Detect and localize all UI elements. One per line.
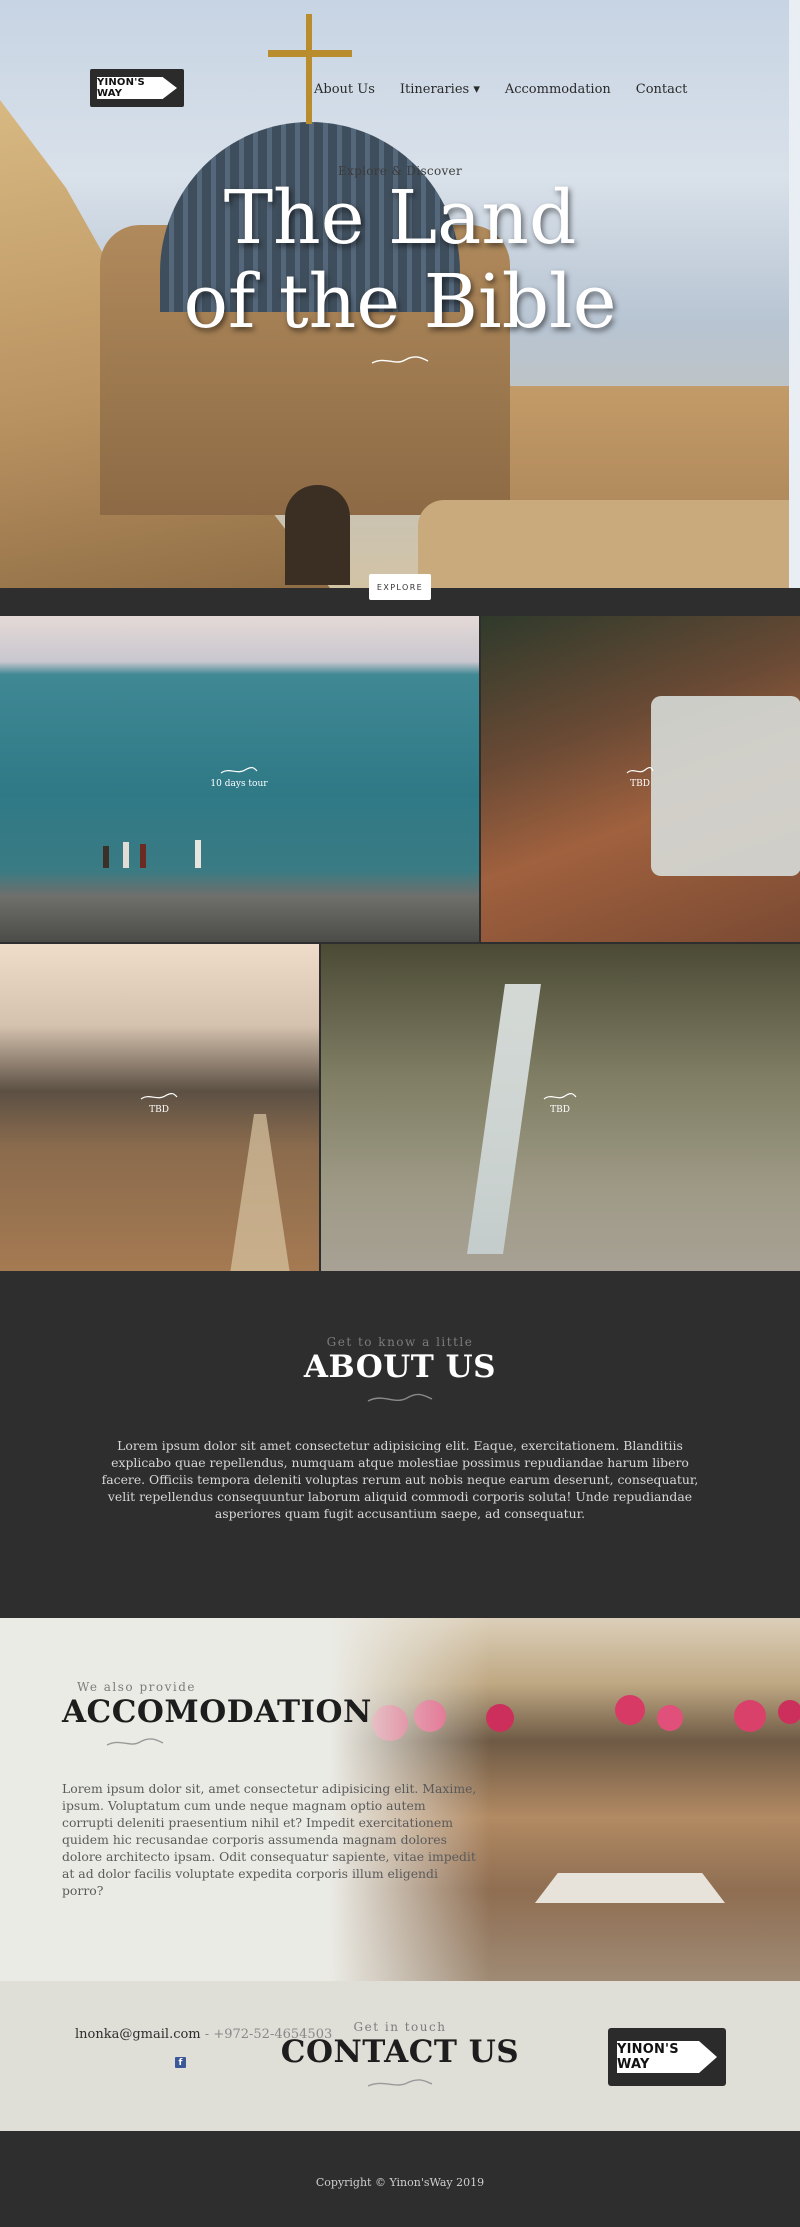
gallery-tile-label: TBD	[615, 766, 665, 789]
hikers-figures	[103, 840, 201, 868]
logo-text: YINON'S WAY	[97, 77, 145, 99]
nav-item-about[interactable]: About Us	[314, 82, 375, 97]
accommodation-text: Lorem ipsum dolor sit, amet consectetur …	[62, 1781, 477, 1899]
table-shape	[535, 1873, 725, 1903]
tile-flourish-icon	[543, 1092, 577, 1100]
tile-flourish-icon	[220, 766, 258, 774]
logo-text: YINON'S WAY	[617, 2042, 679, 2072]
tile-label-text: TBD	[550, 1105, 570, 1115]
hero-section: YINON'S WAY About Us Itineraries ▾ Accom…	[0, 0, 800, 588]
tile-flourish-icon	[626, 766, 654, 774]
gallery-tile-jeep[interactable]: TBD	[481, 616, 800, 942]
gallery-tile-label: TBD	[124, 1092, 194, 1115]
gallery-tile-sea[interactable]: 10 days tour	[0, 616, 479, 942]
gallery-tile-label: 10 days tour	[198, 766, 280, 789]
logo-arrow-sign: YINON'S WAY	[617, 2041, 717, 2073]
hero-church-window	[285, 485, 350, 585]
accommodation-eyebrow: We also provide	[77, 1680, 197, 1694]
gallery-tile-waterfall[interactable]: TBD	[321, 944, 800, 1271]
hero-title-line-2: of the Bible	[183, 259, 617, 345]
tile-flourish-icon	[140, 1092, 178, 1100]
about-title: ABOUT US	[303, 1349, 497, 1385]
about-eyebrow: Get to know a little	[326, 1335, 474, 1349]
jeep-shape	[651, 696, 800, 876]
logo-arrow-sign: YINON'S WAY	[97, 77, 177, 99]
hero-low-wall	[418, 500, 800, 588]
dirt-path-shape	[230, 1114, 290, 1271]
accommodation-section: We also provide ACCOMODATION Lorem ipsum…	[0, 1618, 800, 1981]
hero-flourish-icon	[371, 356, 429, 364]
nav-item-itineraries-dropdown[interactable]: Itineraries ▾	[400, 82, 480, 97]
gallery-tile-label: TBD	[535, 1092, 585, 1115]
copyright-text: Copyright © Yinon'sWay 2019	[315, 2176, 485, 2189]
footer: Copyright © Yinon'sWay 2019	[0, 2131, 800, 2227]
contact-logo[interactable]: YINON'S WAY	[608, 2028, 726, 2086]
about-text: Lorem ipsum dolor sit amet consectetur a…	[101, 1438, 699, 1522]
tile-label-text: 10 days tour	[210, 779, 268, 789]
waterfall-shape	[467, 984, 541, 1254]
hero-title-line-1: The Land	[223, 175, 577, 261]
nav-item-contact[interactable]: Contact	[636, 82, 688, 97]
about-flourish-icon	[367, 1393, 433, 1402]
nav-item-accommodation[interactable]: Accommodation	[505, 82, 611, 97]
accommodation-flourish-icon	[106, 1738, 164, 1746]
logo[interactable]: YINON'S WAY	[90, 69, 184, 107]
main-nav: About Us Itineraries ▾ Accommodation Con…	[314, 82, 687, 97]
explore-button[interactable]: EXPLORE	[369, 574, 431, 600]
accommodation-title: ACCOMODATION	[62, 1694, 372, 1730]
hero-title: The Land of the Bible	[0, 176, 800, 344]
hero-cross-bar	[268, 50, 352, 57]
contact-section: lnonka@gmail.com - +972-52-4654503 f Get…	[0, 1981, 800, 2131]
contact-flourish-icon	[367, 2079, 433, 2087]
gallery-tile-field[interactable]: TBD	[0, 944, 319, 1271]
tile-label-text: TBD	[630, 779, 650, 789]
tile-label-text: TBD	[149, 1105, 169, 1115]
about-section: Get to know a little ABOUT US Lorem ipsu…	[0, 1273, 800, 1618]
hero-cross	[306, 14, 312, 124]
